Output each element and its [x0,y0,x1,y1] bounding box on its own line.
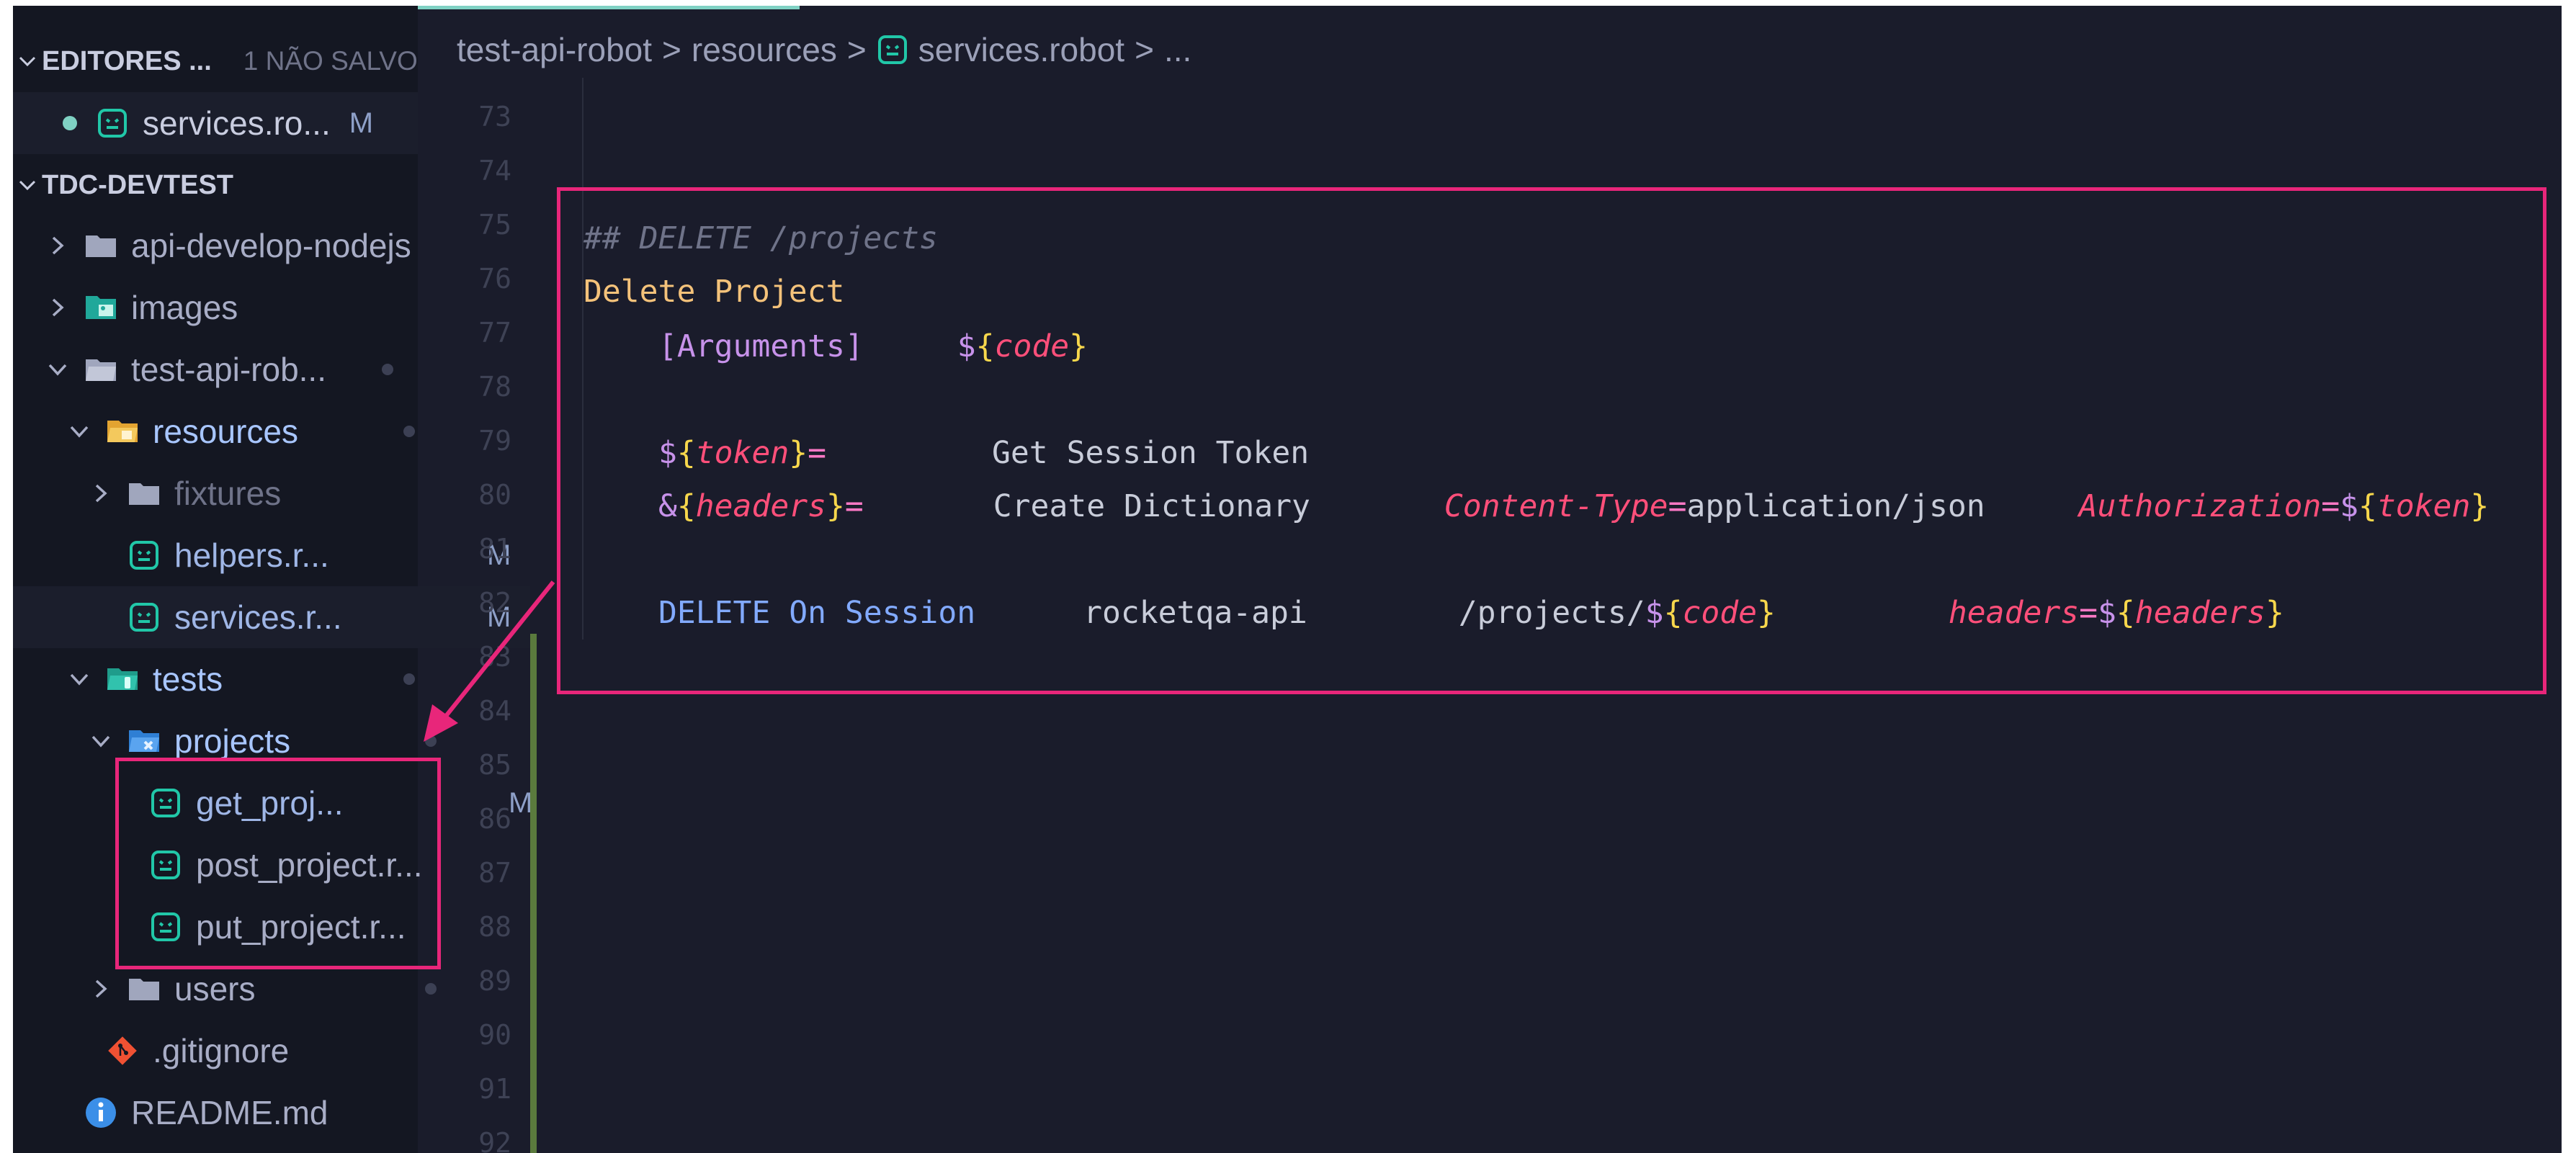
breadcrumb-folder[interactable]: resources [692,30,837,69]
tree-item-label: .gitignore [153,1032,290,1069]
tree-item-images[interactable]: images [13,277,447,338]
tree-item-label: test-api-rob... [131,351,326,388]
tree-item-api-develop-nodejs[interactable]: api-develop-nodejs [13,215,447,277]
breadcrumb-separator: > [846,31,867,68]
robot-file-icon [877,34,908,66]
robot-file-icon [125,601,163,633]
chevron-right-icon [85,483,117,504]
line-number: 80 [478,479,511,511]
tree-item-label: README.md [131,1094,328,1131]
chevron-down-icon [42,361,73,378]
unsaved-dot-icon [13,115,78,131]
modified-dot [382,364,393,375]
line-number: 81 [478,533,511,565]
open-editor-label: services.ro... [143,104,331,142]
tree-item-label: api-develop-nodejs [131,227,411,264]
tree-item-resources[interactable]: resources [13,400,468,462]
chevron-down-icon [13,176,42,194]
line-number: 73 [478,101,511,133]
chevron-right-icon [42,235,73,256]
line-number: 78 [478,371,511,403]
modified-badge: M [349,107,374,139]
tree-item-label: projects [174,722,291,760]
workspace-title: TDC-DEVTEST [42,169,233,200]
tree-item-label: helpers.r... [174,537,329,574]
chevron-down-icon [63,423,95,440]
folder-icon [125,976,163,1002]
vscode-window: EDITORES ... 1 NÃO SALVO services.ro... … [13,6,2562,1153]
breadcrumb-file[interactable]: services.robot [918,30,1124,69]
open-editor-services[interactable]: services.ro... M [13,92,418,154]
breadcrumb-separator: > [662,31,681,68]
line-number: 92 [478,1127,511,1153]
line-number: 75 [478,209,511,241]
annotation-arrow-icon [424,580,555,742]
projects-folder-icon [125,727,163,755]
chevron-down-icon [85,732,117,750]
modified-dot [403,673,415,685]
tree-item-readme[interactable]: README.md [13,1082,487,1144]
tree-item-label: images [131,289,238,326]
line-number: 76 [478,263,511,295]
explorer-sidebar: EDITORES ... 1 NÃO SALVO services.ro... … [13,6,532,1153]
workspace-header[interactable]: TDC-DEVTEST [13,160,233,210]
git-icon [104,1034,141,1067]
breadcrumb-more[interactable]: ... [1164,30,1191,69]
modified-dot [403,426,415,437]
folder-icon [125,480,163,506]
tree-item-label: fixtures [174,475,282,512]
folder-open-icon [82,356,120,382]
images-folder-icon [82,293,120,322]
resources-folder-icon [104,418,141,445]
open-editors-header[interactable]: EDITORES ... 1 NÃO SALVO [13,36,418,86]
line-number: 91 [478,1073,511,1105]
tree-item-label: tests [153,660,223,698]
tests-folder-icon [104,665,141,693]
line-number: 77 [478,317,511,349]
line-number: 89 [478,965,511,997]
robot-file-icon [94,107,131,139]
tree-item-label: resources [153,413,298,450]
breadcrumb: test-api-robot > resources > services.ro… [457,27,1191,72]
tree-item-tests[interactable]: tests [13,648,468,710]
chevron-down-icon [13,52,42,71]
tree-item-label: users [174,970,256,1008]
tree-item-label: services.r... [174,598,342,636]
unsaved-count: 1 NÃO SALVO [243,46,418,76]
chevron-right-icon [85,978,117,1000]
folder-icon [82,233,120,259]
chevron-right-icon [42,297,73,318]
robot-file-icon [125,539,163,571]
line-number: 79 [478,425,511,457]
code-highlight-box [557,187,2546,694]
info-icon [82,1096,120,1129]
line-number: 74 [478,155,511,187]
breadcrumb-separator: > [1135,31,1154,68]
files-highlight-box [115,758,441,969]
tree-item-test-api-robot[interactable]: test-api-rob... [13,338,447,400]
line-number: 90 [478,1019,511,1051]
open-editors-title: EDITORES ... [42,45,212,76]
chevron-down-icon [63,670,95,688]
